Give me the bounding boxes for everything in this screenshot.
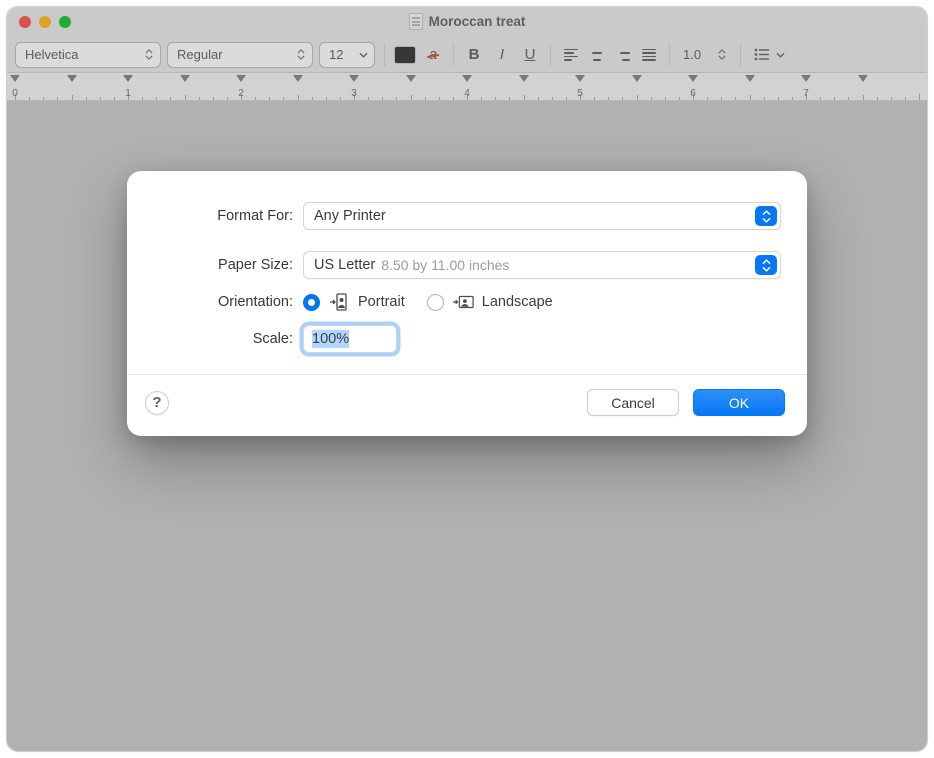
help-icon: ? xyxy=(152,394,161,411)
document-window: Moroccan treat Helvetica Regular 12 xyxy=(6,6,928,752)
format-for-popup[interactable]: Any Printer xyxy=(303,202,781,230)
orientation-label: Orientation: xyxy=(153,294,303,310)
landscape-icon xyxy=(452,292,474,312)
radio-indicator xyxy=(427,294,444,311)
portrait-icon xyxy=(328,292,350,312)
format-for-label: Format For: xyxy=(153,208,303,224)
page-setup-sheet: Format For: Any Printer Paper Size: U xyxy=(127,171,807,436)
paper-size-label: Paper Size: xyxy=(153,257,303,273)
ok-button[interactable]: OK xyxy=(693,389,785,416)
paper-size-value: US Letter xyxy=(314,257,375,273)
format-for-value: Any Printer xyxy=(314,208,386,224)
orientation-portrait-label: Portrait xyxy=(358,294,405,310)
updown-chevrons-icon xyxy=(755,206,777,226)
updown-chevrons-icon xyxy=(755,255,777,275)
scale-label: Scale: xyxy=(153,331,303,347)
orientation-portrait-radio[interactable]: Portrait xyxy=(303,292,405,312)
scale-value: 100% xyxy=(312,330,349,348)
orientation-landscape-radio[interactable]: Landscape xyxy=(427,292,553,312)
cancel-button[interactable]: Cancel xyxy=(587,389,679,416)
help-button[interactable]: ? xyxy=(145,391,169,415)
paper-size-popup[interactable]: US Letter 8.50 by 11.00 inches xyxy=(303,251,781,279)
orientation-landscape-label: Landscape xyxy=(482,294,553,310)
scale-input[interactable]: 100% xyxy=(303,325,397,353)
radio-indicator xyxy=(303,294,320,311)
paper-size-dimensions: 8.50 by 11.00 inches xyxy=(381,257,509,273)
